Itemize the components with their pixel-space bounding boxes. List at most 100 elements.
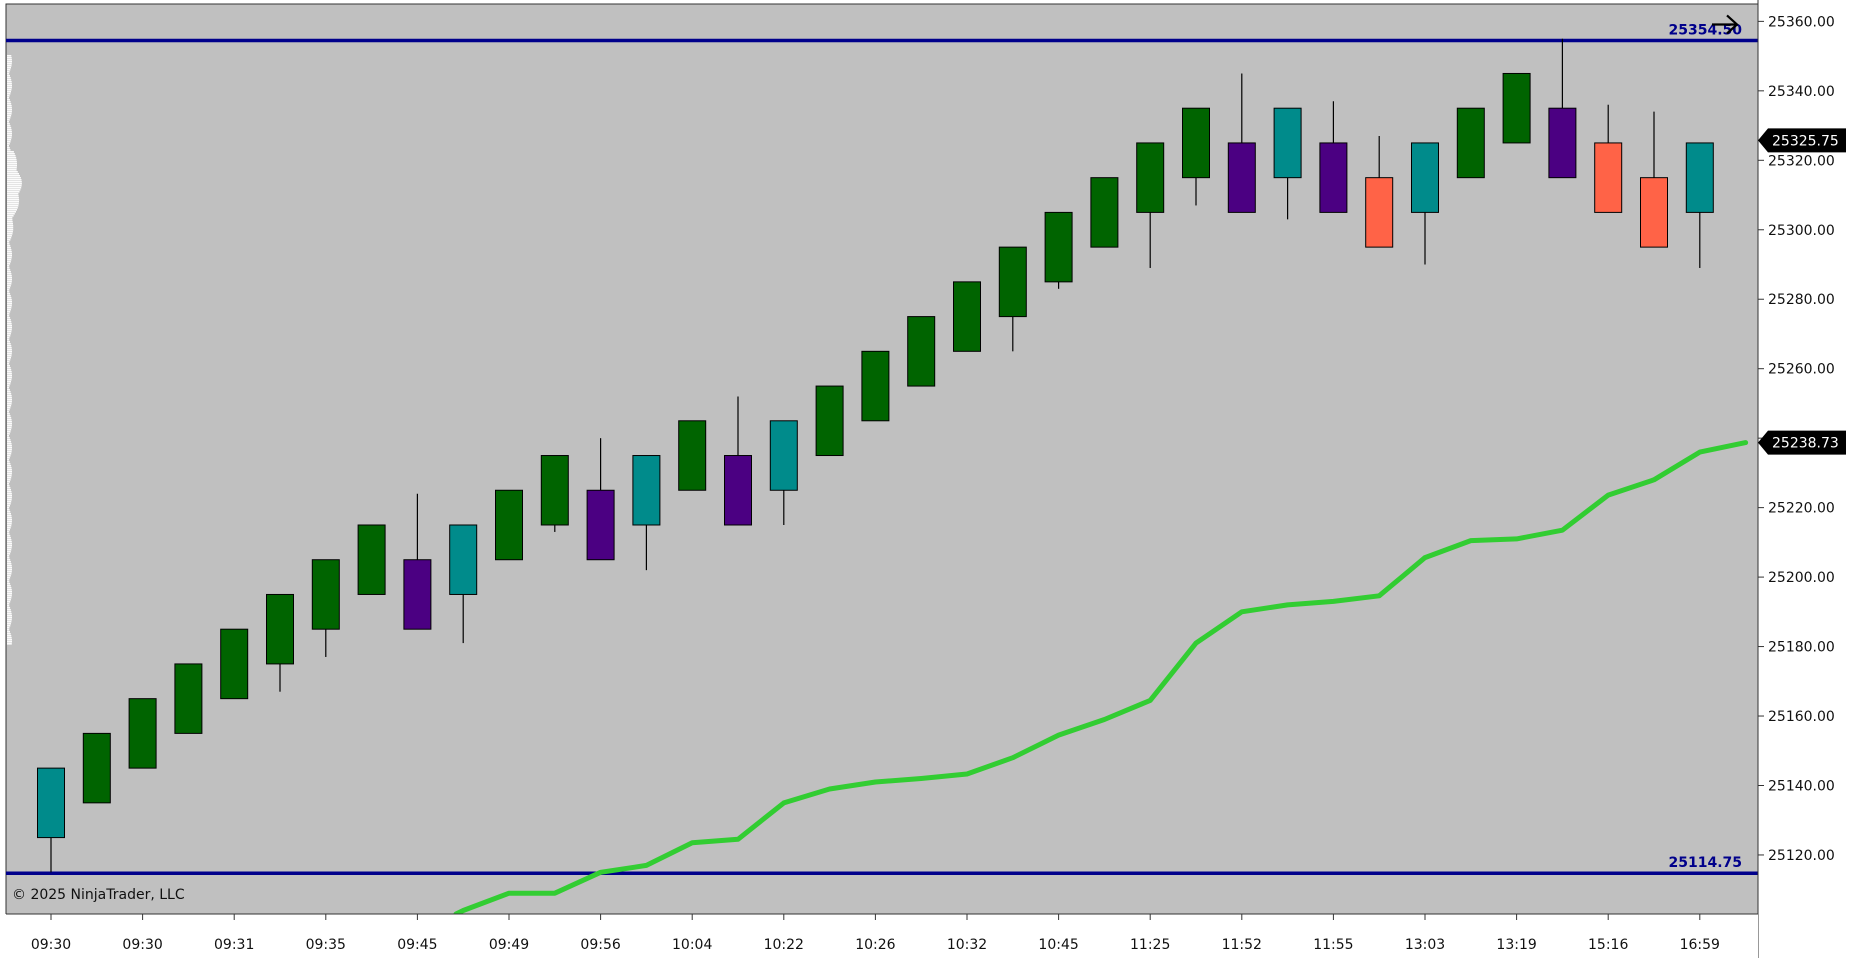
time-tick-label: 09:49 — [489, 937, 529, 953]
volume-profile-bar — [7, 639, 12, 641]
volume-profile-bar — [7, 513, 11, 515]
volume-profile-bar — [7, 547, 12, 549]
volume-profile-bar — [7, 229, 14, 231]
volume-profile-bar — [7, 563, 12, 565]
volume-profile-bar — [7, 321, 12, 323]
volume-profile-bar — [7, 195, 19, 197]
time-tick-label: 09:35 — [306, 937, 346, 953]
volume-profile-bar — [7, 113, 12, 115]
volume-profile-bar — [7, 267, 10, 269]
volume-profile-bar — [7, 145, 9, 147]
volume-profile-bar — [7, 603, 10, 605]
volume-profile-bar — [7, 447, 12, 449]
volume-profile-bar — [7, 551, 11, 553]
candle-body — [495, 489, 523, 561]
time-tick-label: 09:56 — [580, 937, 620, 953]
volume-profile-bar — [7, 383, 11, 385]
volume-profile-bar — [7, 61, 12, 63]
volume-profile-bar — [7, 467, 12, 469]
volume-profile-bar — [7, 291, 10, 293]
candle-body — [632, 455, 661, 526]
volume-profile-bar — [7, 117, 11, 119]
candle-body — [678, 420, 707, 491]
volume-profile-bar — [7, 519, 12, 521]
volume-profile-bar — [7, 99, 10, 101]
volume-profile-bar — [7, 461, 10, 463]
volume-profile-bar — [7, 201, 19, 203]
chart-canvas[interactable]: 25354.5025114.75 25120.0025140.0025160.0… — [0, 0, 1850, 961]
volume-profile-bar — [7, 579, 10, 581]
price-chart[interactable]: 25354.50 25114.75 25120.00 25140.00 25160.0… — [0, 0, 1850, 961]
volume-profile-bar — [7, 273, 12, 275]
volume-profile-bar — [7, 595, 12, 597]
volume-profile-bar — [7, 191, 20, 193]
volume-profile-bar — [7, 141, 11, 143]
candle-body — [724, 455, 752, 526]
volume-profile-bar — [7, 279, 12, 281]
price-tick-label: 25120.00 — [1768, 848, 1835, 864]
volume-profile-bar — [7, 617, 12, 619]
volume-profile-bar — [7, 607, 11, 609]
volume-profile-bar — [7, 185, 22, 187]
volume-profile-bar — [7, 437, 10, 439]
volume-profile-bar — [7, 631, 10, 633]
volume-profile-bar — [7, 523, 12, 525]
volume-profile-bar — [7, 527, 11, 529]
volume-profile-bar — [7, 103, 12, 105]
volume-profile-bar — [7, 173, 19, 175]
volume-profile-bar — [7, 211, 16, 213]
volume-profile-bar — [7, 457, 10, 459]
volume-profile-bar — [7, 429, 12, 431]
volume-profile-bar — [7, 311, 11, 313]
volume-profile-bar — [7, 243, 10, 245]
candle-body — [540, 455, 569, 526]
volume-profile-bar — [7, 573, 12, 575]
volume-profile-bar — [7, 417, 12, 419]
volume-profile-bar — [7, 69, 11, 71]
volume-profile-bar — [7, 549, 12, 551]
price-marker-label: 25238.73 — [1772, 436, 1839, 452]
volume-profile-bar — [7, 529, 10, 531]
volume-profile-bar — [7, 169, 17, 171]
volume-profile-bar — [7, 393, 12, 395]
volume-profile-bar — [7, 187, 22, 189]
volume-profile-bar — [7, 67, 11, 69]
volume-profile-bar — [7, 409, 10, 411]
volume-profile-bar — [7, 605, 10, 607]
volume-profile-bar — [7, 395, 12, 397]
volume-profile-bar — [7, 499, 12, 501]
volume-profile-bar — [7, 151, 14, 153]
volume-profile-bar — [7, 221, 13, 223]
volume-profile-bar — [7, 411, 10, 413]
volume-profile-bar — [7, 455, 11, 457]
volume-profile-bar — [7, 155, 16, 157]
volume-profile-bar — [7, 415, 11, 417]
time-tick-label: 10:04 — [672, 937, 712, 953]
volume-profile-bar — [7, 149, 11, 151]
volume-profile-bar — [7, 125, 11, 127]
volume-profile-bar — [7, 197, 19, 199]
volume-profile-bar — [7, 531, 10, 533]
volume-profile-bar — [7, 471, 12, 473]
time-tick-label: 11:55 — [1313, 937, 1353, 953]
time-axis[interactable]: 09:30 09:30 09:31 09:35 09:45 09:49 09:56 10:04… — [0, 913, 1758, 958]
volume-profile-bar — [7, 83, 12, 85]
volume-profile-bar — [7, 403, 12, 405]
volume-profile-bar — [7, 337, 10, 339]
volume-profile-bar — [7, 511, 11, 513]
volume-profile-bar — [7, 399, 12, 401]
volume-profile-bar — [7, 543, 12, 545]
volume-profile-bar — [7, 65, 12, 67]
volume-profile-bar — [7, 503, 11, 505]
candle-body — [1640, 177, 1668, 248]
volume-profile-bar — [7, 397, 12, 399]
plot-area[interactable] — [5, 3, 1759, 915]
volume-profile-bar — [7, 219, 13, 221]
volume-profile-bar — [7, 97, 10, 99]
volume-profile-bar — [7, 561, 11, 563]
volume-profile-bar — [7, 315, 10, 317]
volume-profile-bar — [7, 635, 12, 637]
volume-profile-bar — [7, 131, 12, 133]
volume-profile-bar — [7, 643, 12, 645]
volume-profile-bar — [7, 287, 11, 289]
